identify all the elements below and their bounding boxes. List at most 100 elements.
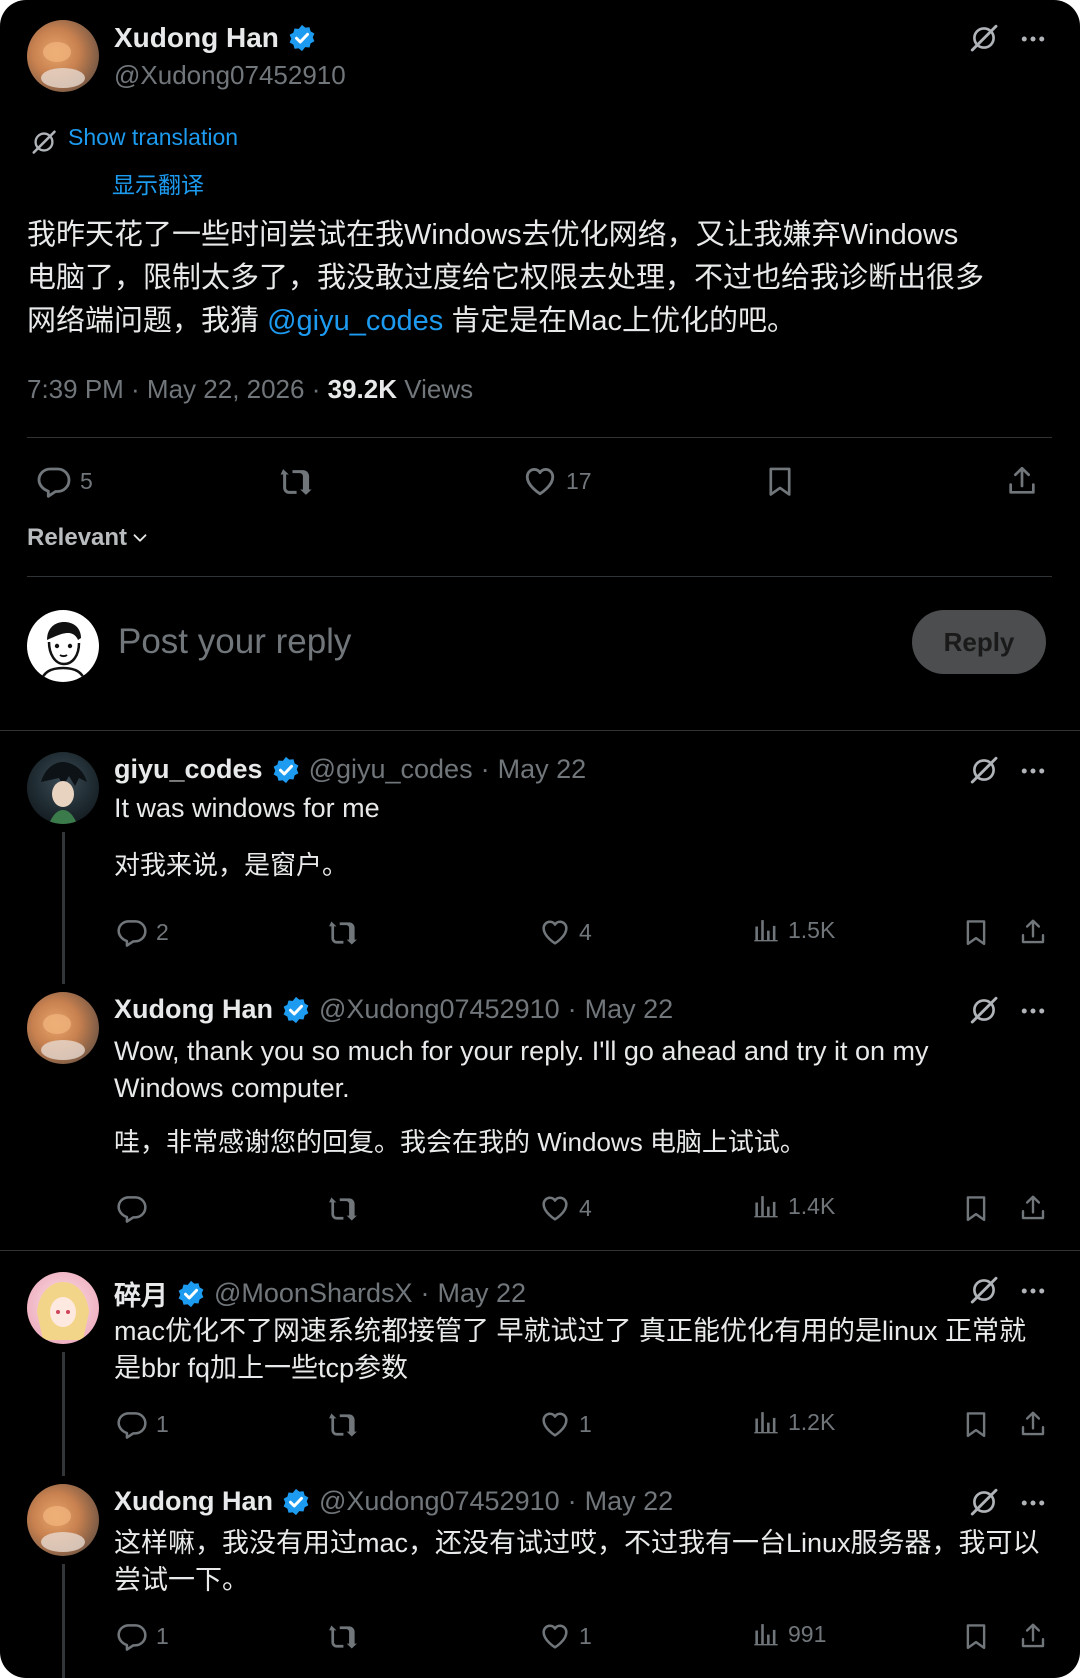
sort-label: Relevant (27, 524, 128, 551)
sort-dropdown[interactable]: Relevant (27, 524, 151, 552)
reply-button[interactable]: 1 (116, 1408, 169, 1440)
repost-button[interactable] (325, 916, 359, 950)
reply-icon (116, 1620, 148, 1652)
like-button[interactable]: 1 (539, 1408, 592, 1440)
views-button[interactable]: 1.2K (752, 1408, 835, 1436)
reply-date[interactable]: May 22 (438, 1278, 527, 1309)
bookmark-button[interactable] (763, 463, 797, 499)
grok-icon[interactable] (968, 754, 1000, 786)
reply-button[interactable]: 2 (116, 916, 169, 948)
reply-author-handle[interactable]: @giyu_codes (309, 754, 473, 785)
divider (0, 1250, 1080, 1251)
bookmark-icon (961, 1408, 991, 1440)
repost-icon (276, 463, 314, 501)
reply-translation: 对我来说，是窗户。 (114, 850, 349, 880)
show-translation-link[interactable]: Show translation (68, 124, 238, 151)
reply-author-handle[interactable]: @Xudong07452910 (319, 994, 560, 1025)
repost-icon (325, 1192, 359, 1226)
reply-text: It was windows for me (114, 793, 380, 823)
reply-author-name[interactable]: Xudong Han (114, 994, 273, 1025)
more-icon[interactable] (1018, 24, 1048, 54)
like-icon (522, 463, 558, 499)
reply-button[interactable]: 1 (116, 1620, 169, 1652)
reply-avatar[interactable] (27, 1484, 99, 1556)
repost-button[interactable] (325, 1408, 359, 1442)
like-count: 17 (566, 467, 592, 494)
views-button[interactable]: 991 (752, 1620, 826, 1648)
like-button[interactable]: 4 (539, 1192, 592, 1224)
verified-badge-icon (176, 1279, 206, 1309)
reply-icon (116, 916, 148, 948)
reply-author-name[interactable]: giyu_codes (114, 754, 263, 785)
grok-icon[interactable] (968, 994, 1000, 1026)
divider (0, 730, 1080, 731)
more-icon[interactable] (1018, 1488, 1048, 1518)
like-button[interactable]: 1 (539, 1620, 592, 1652)
tweet-text-line-1: 我昨天花了一些时间尝试在我Windows去优化网络，又让我嫌弃Windows (27, 219, 959, 251)
repost-button[interactable] (276, 463, 314, 501)
mention-link[interactable]: @giyu_codes (267, 305, 443, 337)
tweet-thread-view: Xudong Han @Xudong07452910 Show translat… (0, 0, 1080, 1678)
share-button[interactable] (1018, 1192, 1048, 1224)
reply-text: mac优化不了网速系统都接管了 早就试过了 真正能优化有用的是linux 正常就… (114, 1316, 1027, 1383)
author-avatar[interactable] (27, 20, 99, 92)
share-icon (1018, 1408, 1048, 1440)
share-icon (1018, 1192, 1048, 1224)
like-icon (539, 916, 571, 948)
reply-input[interactable]: Post your reply (118, 622, 351, 662)
grok-icon[interactable] (968, 22, 1000, 54)
reply-date[interactable]: May 22 (585, 994, 674, 1025)
reply-author-name[interactable]: Xudong Han (114, 1486, 273, 1517)
verified-badge-icon (287, 23, 317, 53)
reply-author-handle[interactable]: @MoonShardsX (214, 1278, 413, 1309)
bookmark-icon (961, 916, 991, 948)
reply-text: Wow, thank you so much for your reply. I… (114, 1036, 929, 1103)
like-button[interactable]: 17 (522, 463, 592, 499)
reply-header: 碎月 @MoonShardsX · May 22 (114, 1274, 526, 1313)
author-handle[interactable]: @Xudong07452910 (114, 60, 346, 91)
repost-button[interactable] (325, 1620, 359, 1654)
share-button[interactable] (1018, 1408, 1048, 1440)
tweet-text-line-2: 电脑了，限制太多了，我没敢过度给它权限去处理，不过也给我诊断出很多 (27, 262, 985, 294)
more-icon[interactable] (1018, 996, 1048, 1026)
more-icon[interactable] (1018, 756, 1048, 786)
share-button[interactable] (1005, 463, 1039, 499)
like-button[interactable]: 4 (539, 916, 592, 948)
reply-button[interactable]: 5 (36, 463, 93, 499)
reply-date[interactable]: May 22 (498, 754, 587, 785)
thread-line (62, 832, 65, 984)
views-button[interactable]: 1.5K (752, 916, 835, 944)
reply-date[interactable]: May 22 (585, 1486, 674, 1517)
share-button[interactable] (1018, 1620, 1048, 1652)
reply-submit-button[interactable]: Reply (912, 610, 1046, 674)
share-button[interactable] (1018, 916, 1048, 948)
more-icon[interactable] (1018, 1276, 1048, 1306)
reply-avatar[interactable] (27, 992, 99, 1064)
translation-label[interactable]: 显示翻译 (112, 166, 204, 200)
reply-author-name[interactable]: 碎月 (114, 1274, 168, 1313)
tweet-timestamp[interactable]: 7:39 PM · May 22, 2026 · (27, 374, 328, 404)
share-icon (1018, 916, 1048, 948)
views-label: Views (396, 374, 474, 404)
bookmark-button[interactable] (961, 916, 991, 948)
views-button[interactable]: 1.4K (752, 1192, 835, 1220)
bookmark-button[interactable] (961, 1192, 991, 1224)
bookmark-icon (763, 463, 797, 499)
bookmark-button[interactable] (961, 1620, 991, 1652)
author-name[interactable]: Xudong Han (114, 22, 279, 54)
reply-avatar[interactable] (27, 752, 99, 824)
like-icon (539, 1408, 571, 1440)
translate-icon (30, 128, 58, 156)
reply-icon (36, 463, 72, 499)
repost-button[interactable] (325, 1192, 359, 1226)
bookmark-button[interactable] (961, 1408, 991, 1440)
reply-avatar[interactable] (27, 1272, 99, 1344)
views-icon (752, 916, 780, 944)
my-avatar[interactable] (27, 610, 99, 682)
views-icon (752, 1620, 780, 1648)
grok-icon[interactable] (968, 1486, 1000, 1518)
tweet-meta: 7:39 PM · May 22, 2026 · 39.2K Views (27, 374, 473, 405)
reply-author-handle[interactable]: @Xudong07452910 (319, 1486, 560, 1517)
reply-button[interactable] (116, 1192, 156, 1224)
grok-icon[interactable] (968, 1274, 1000, 1306)
